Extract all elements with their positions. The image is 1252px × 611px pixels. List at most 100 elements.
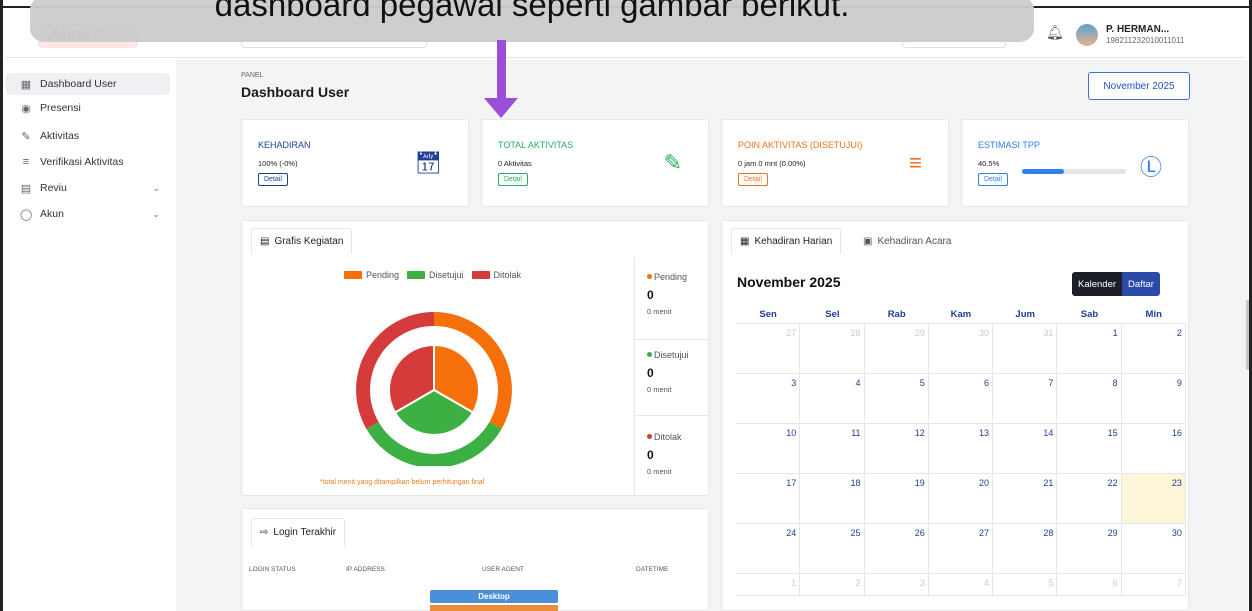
calendar-day[interactable]: 11 <box>800 424 865 474</box>
calendar-day[interactable]: 18 <box>800 474 865 524</box>
stat-ditolak: Ditolak 0 0 menit <box>634 416 708 496</box>
month-picker-button[interactable]: November 2025 <box>1088 72 1190 100</box>
calendar-day[interactable]: 27 <box>736 324 801 374</box>
calendar-day[interactable]: 16 <box>1121 424 1186 474</box>
calendar-day[interactable]: 25 <box>800 524 865 574</box>
calendar-day[interactable]: 7 <box>1121 574 1186 596</box>
detail-button[interactable]: Detail <box>738 173 768 186</box>
stat-disetujui: Disetujui 0 0 menit <box>634 340 708 416</box>
calendar-day[interactable]: 7 <box>993 374 1058 424</box>
toggle-kalender[interactable]: Kalender <box>1072 272 1123 296</box>
sidebar-item-akun[interactable]: ◯ Akun ⌄ <box>6 203 170 225</box>
calendar-day[interactable]: 30 <box>928 324 994 374</box>
page-title: Dashboard User <box>241 84 350 100</box>
legend-swatch-disetujui <box>407 271 426 279</box>
legend-swatch-ditolak <box>471 271 490 279</box>
legend-label[interactable]: Ditolak <box>494 270 522 280</box>
calendar-day[interactable]: 10 <box>736 424 801 474</box>
calendar-day[interactable]: 19 <box>864 474 929 524</box>
weekday-label: Jum <box>1015 309 1035 320</box>
calendar-day[interactable]: 12 <box>864 424 929 474</box>
list-check-icon: ≡ <box>22 156 30 168</box>
calendar-day[interactable]: 31 <box>993 324 1058 374</box>
bell-icon[interactable]: 🔔︎ <box>1046 24 1064 41</box>
sidebar-item-verifikasi-aktivitas[interactable]: ≡ Verifikasi Aktivitas <box>6 151 170 173</box>
legend-swatch-pending <box>344 271 362 279</box>
calendar-day[interactable]: 21 <box>993 474 1058 524</box>
tab-kehadiran-harian[interactable]: ▦ Kehadiran Harian <box>731 228 842 254</box>
card-title: TOTAL AKTIVITAS <box>498 140 574 150</box>
toggle-daftar[interactable]: Daftar <box>1122 272 1160 296</box>
calendar-day[interactable]: 4 <box>928 574 994 596</box>
calendar-week-row: 17 18 19 20 21 22 23 <box>736 474 1186 524</box>
calendar-day[interactable]: 3 <box>864 574 929 596</box>
calendar-day[interactable]: 6 <box>1057 574 1122 596</box>
stat-label: Disetujui <box>647 350 689 360</box>
tab-label: Kehadiran Harian <box>754 236 833 247</box>
caption-text: dashboard pegawai seperti gambar berikut… <box>214 0 850 23</box>
calendar-week-row: 1234567 <box>736 574 1186 596</box>
sidebar-item-dashboard-user[interactable]: ▦ Dashboard User <box>6 73 170 95</box>
calendar-day[interactable]: 5 <box>864 374 929 424</box>
calendar-icon: 📅︎ <box>414 150 442 175</box>
calendar-day[interactable]: 27 <box>928 524 994 574</box>
detail-button[interactable]: Detail <box>978 173 1008 186</box>
stat-count: 0 <box>647 366 654 380</box>
grid-icon: ▦ <box>20 78 32 91</box>
calendar-day[interactable]: 6 <box>928 374 994 424</box>
card-title: ESTIMASI TPP <box>978 140 1040 150</box>
detail-button[interactable]: Detail <box>258 173 288 186</box>
weekday-label: Kam <box>950 309 972 320</box>
user-agent-badge: Desktop <box>430 590 558 603</box>
status-dot <box>647 352 652 357</box>
chart-note: *total menit yang ditampilkan belum perh… <box>320 479 485 486</box>
calendar-day[interactable]: 1 <box>1057 324 1122 374</box>
calendar-day[interactable]: 14 <box>993 424 1058 474</box>
calendar-day[interactable]: 20 <box>928 474 994 524</box>
calendar-day[interactable]: 28 <box>993 524 1058 574</box>
card-estimasi-tpp: ESTIMASI TPP 40.5% Detail Ⓛ <box>961 119 1189 207</box>
calendar-day[interactable]: 22 <box>1057 474 1122 524</box>
calendar-day[interactable]: 4 <box>800 374 865 424</box>
calendar-day[interactable]: 29 <box>1057 524 1122 574</box>
tab-login-terakhir[interactable]: ⇨ Login Terakhir <box>251 518 346 546</box>
tab-grafis-kegiatan[interactable]: ▤ Grafis Kegiatan <box>251 228 353 254</box>
legend-label[interactable]: Disetujui <box>429 270 464 280</box>
calendar-day[interactable]: 15 <box>1057 424 1122 474</box>
calendar-day[interactable]: 2 <box>1121 324 1186 374</box>
tab-label: Login Terakhir <box>273 527 337 538</box>
calendar-day[interactable]: 8 <box>1057 374 1122 424</box>
calendar-day[interactable]: 17 <box>736 474 801 524</box>
calendar-day[interactable]: 29 <box>864 324 929 374</box>
calendar-day[interactable]: 24 <box>736 524 801 574</box>
user-name[interactable]: P. HERMAN... <box>1106 24 1169 35</box>
calendar-day[interactable]: 26 <box>864 524 929 574</box>
stat-label: Pending <box>647 272 687 282</box>
avatar[interactable] <box>1076 24 1098 46</box>
tpp-progress-bar <box>1022 169 1126 174</box>
weekday-label: Rab <box>887 309 906 320</box>
weekday-header: Sen Sel Rab Kam Jum Sab Min <box>736 309 1186 324</box>
calendar-day[interactable]: 23 <box>1121 474 1186 524</box>
pointer-arrow-head <box>484 98 518 118</box>
calendar-day[interactable]: 9 <box>1121 374 1186 424</box>
login-icon: ⇨ <box>260 527 269 538</box>
sidebar-item-presensi[interactable]: ◉ Presensi <box>6 97 170 119</box>
calendar-week-row: 3456789 <box>736 374 1186 424</box>
calendar-day[interactable]: 1 <box>736 574 801 596</box>
tab-kehadiran-acara[interactable]: ▣ Kehadiran Acara <box>855 228 960 254</box>
calendar-day[interactable]: 5 <box>993 574 1058 596</box>
sidebar-item-reviu[interactable]: ▤ Reviu ⌄ <box>6 177 170 199</box>
stat-unit: 0 menit <box>647 307 672 316</box>
calendar-day[interactable]: 3 <box>736 374 801 424</box>
detail-button[interactable]: Detail <box>498 173 528 186</box>
calendar-day[interactable]: 28 <box>800 324 865 374</box>
sidebar-item-aktivitas[interactable]: ✎ Aktivitas <box>6 125 170 147</box>
fingerprint-icon: ◉ <box>21 102 31 115</box>
calendar-day[interactable]: 2 <box>800 574 865 596</box>
calendar-day[interactable]: 30 <box>1121 524 1186 574</box>
legend-label[interactable]: Pending <box>366 270 399 280</box>
card-title: POIN AKTIVITAS (DISETUJUI) <box>738 140 863 150</box>
calendar-day[interactable]: 13 <box>928 424 994 474</box>
sidebar-item-label: Reviu <box>40 182 67 194</box>
